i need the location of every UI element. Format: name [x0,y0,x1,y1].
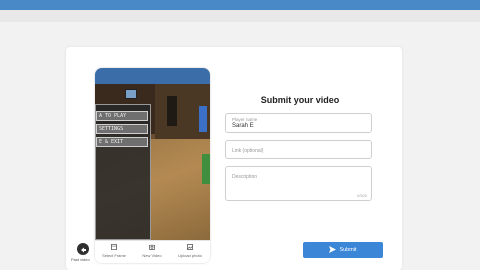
game-character-2 [202,154,210,184]
submit-button[interactable]: Submit [303,242,383,258]
preview-header [95,68,210,84]
description-placeholder: Description [232,174,258,180]
top-band [0,10,480,22]
submit-label: Submit [339,247,357,253]
new-video-label: New Video [142,253,162,258]
back-label: Past video [71,257,90,262]
new-video-button[interactable]: New Video [133,244,171,258]
menu-item-exit: E & EXIT [96,137,148,147]
back-icon [81,247,86,253]
back-button[interactable] [77,243,89,255]
description-field[interactable]: Description 0/500 [225,166,372,201]
select-frame-label: Select Frame [102,253,126,258]
send-icon [329,246,337,254]
menu-item-play: A TO PLAY [96,111,148,121]
page-title: Submit your video [260,95,340,105]
player-name-field[interactable]: Player name Sarah E [225,113,372,133]
game-door [167,96,177,126]
player-name-label: Player name [232,117,258,122]
video-icon [111,244,117,250]
image-icon [187,244,193,250]
description-counter: 0/500 [356,193,367,198]
player-name-value: Sarah E [232,123,254,129]
video-preview: A TO PLAY SETTINGS E & EXIT Select Frame… [95,68,210,263]
link-placeholder: Link (optional) [232,148,264,154]
game-character [199,106,207,132]
top-bar [0,0,480,10]
menu-item-settings: SETTINGS [96,124,148,134]
camera-icon [149,244,155,250]
game-pause-menu: A TO PLAY SETTINGS E & EXIT [95,104,151,240]
link-field[interactable]: Link (optional) [225,140,372,159]
upload-photo-label: Upload photo [178,253,202,258]
select-frame-button[interactable]: Select Frame [95,244,133,258]
game-window [125,89,137,99]
upload-photo-button[interactable]: Upload photo [171,244,209,258]
preview-toolbar: Select Frame New Video Upload photo [95,240,210,263]
game-frame: A TO PLAY SETTINGS E & EXIT [95,84,210,240]
